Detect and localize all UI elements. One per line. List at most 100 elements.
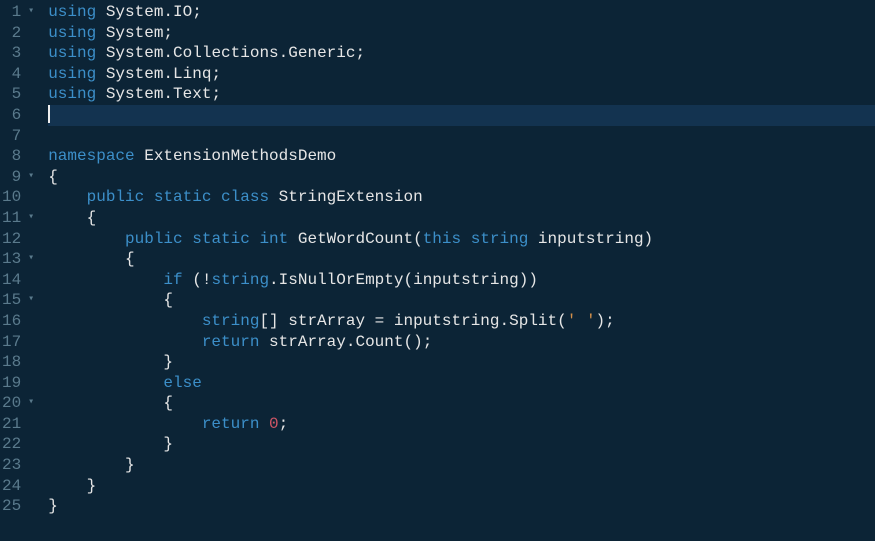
indent bbox=[48, 250, 125, 268]
token-k: static bbox=[154, 188, 221, 206]
code-line[interactable]: { bbox=[48, 249, 875, 270]
line-number: 2 bbox=[2, 23, 34, 44]
line-number: 21 bbox=[2, 414, 34, 435]
line-number: 19 bbox=[2, 373, 34, 394]
fold-toggle-icon[interactable]: ▾ bbox=[24, 208, 34, 229]
code-line[interactable]: } bbox=[48, 476, 875, 497]
token-op: = bbox=[365, 312, 394, 330]
token-pn: . bbox=[500, 312, 510, 330]
indent bbox=[48, 271, 163, 289]
code-area[interactable]: using System.IO;using System;using Syste… bbox=[40, 0, 875, 541]
token-k: using bbox=[48, 85, 106, 103]
fold-toggle-icon[interactable]: ▾ bbox=[24, 393, 34, 414]
token-str: ' ' bbox=[567, 312, 596, 330]
token-pn: [] bbox=[259, 312, 288, 330]
line-number-value: 3 bbox=[12, 43, 22, 64]
code-line[interactable] bbox=[48, 105, 875, 126]
token-pn: { bbox=[125, 250, 135, 268]
fold-toggle-icon[interactable]: ▾ bbox=[24, 290, 34, 311]
line-number-value: 23 bbox=[2, 455, 21, 476]
line-number: 16 bbox=[2, 311, 34, 332]
code-line[interactable]: return 0; bbox=[48, 414, 875, 435]
token-id: strArray bbox=[269, 333, 346, 351]
code-line[interactable]: if (!string.IsNullOrEmpty(inputstring)) bbox=[48, 270, 875, 291]
line-number: 25 bbox=[2, 496, 34, 517]
line-number-value: 20 bbox=[2, 393, 21, 414]
code-line[interactable]: else bbox=[48, 373, 875, 394]
line-number-value: 8 bbox=[12, 146, 22, 167]
token-ns: System bbox=[106, 65, 164, 83]
line-number: 11▾ bbox=[2, 208, 34, 229]
token-k: using bbox=[48, 44, 106, 62]
line-number-value: 1 bbox=[12, 2, 22, 23]
code-line[interactable]: { bbox=[48, 393, 875, 414]
code-line[interactable]: } bbox=[48, 352, 875, 373]
line-number: 13▾ bbox=[2, 249, 34, 270]
indent bbox=[48, 312, 202, 330]
code-line[interactable]: using System.Linq; bbox=[48, 64, 875, 85]
line-number-value: 12 bbox=[2, 229, 21, 250]
code-line[interactable]: return strArray.Count(); bbox=[48, 332, 875, 353]
code-line[interactable]: string[] strArray = inputstring.Split(' … bbox=[48, 311, 875, 332]
code-line[interactable]: using System.IO; bbox=[48, 2, 875, 23]
text-cursor bbox=[48, 105, 50, 123]
line-number-gutter: 1▾23456789▾1011▾1213▾1415▾1617181920▾212… bbox=[0, 0, 40, 541]
token-cl: ExtensionMethodsDemo bbox=[144, 147, 336, 165]
token-ns: System bbox=[106, 44, 164, 62]
line-number-value: 19 bbox=[2, 373, 21, 394]
line-number-value: 11 bbox=[2, 208, 21, 229]
code-line[interactable]: public static int GetWordCount(this stri… bbox=[48, 229, 875, 250]
token-pn: . bbox=[163, 65, 173, 83]
indent bbox=[48, 456, 125, 474]
code-line[interactable]: } bbox=[48, 496, 875, 517]
token-pn: } bbox=[125, 456, 135, 474]
line-number-value: 14 bbox=[2, 270, 21, 291]
line-number: 12 bbox=[2, 229, 34, 250]
code-line[interactable]: using System; bbox=[48, 23, 875, 44]
indent bbox=[48, 415, 202, 433]
line-number: 5 bbox=[2, 84, 34, 105]
fold-toggle-icon[interactable]: ▾ bbox=[24, 2, 34, 23]
line-number: 1▾ bbox=[2, 2, 34, 23]
code-editor[interactable]: 1▾23456789▾1011▾1213▾1415▾1617181920▾212… bbox=[0, 0, 875, 541]
line-number-value: 21 bbox=[2, 414, 21, 435]
code-line[interactable]: { bbox=[48, 208, 875, 229]
token-pn: (); bbox=[403, 333, 432, 351]
token-id: inputstring bbox=[413, 271, 519, 289]
indent bbox=[48, 209, 86, 227]
line-number: 17 bbox=[2, 332, 34, 353]
indent bbox=[48, 394, 163, 412]
line-number: 22 bbox=[2, 434, 34, 455]
code-line[interactable]: { bbox=[48, 290, 875, 311]
code-line[interactable]: using System.Text; bbox=[48, 84, 875, 105]
token-pn: ( bbox=[413, 230, 423, 248]
token-k: public bbox=[125, 230, 192, 248]
code-line[interactable] bbox=[48, 126, 875, 147]
indent bbox=[48, 353, 163, 371]
token-ns: IO bbox=[173, 3, 192, 21]
token-pn: . bbox=[163, 85, 173, 103]
code-line[interactable]: namespace ExtensionMethodsDemo bbox=[48, 146, 875, 167]
fold-toggle-icon[interactable]: ▾ bbox=[24, 249, 34, 270]
token-k: static bbox=[192, 230, 259, 248]
token-pn: { bbox=[48, 168, 58, 186]
token-pn: ( bbox=[557, 312, 567, 330]
line-number-value: 2 bbox=[12, 23, 22, 44]
line-number: 18 bbox=[2, 352, 34, 373]
line-number: 14 bbox=[2, 270, 34, 291]
line-number: 20▾ bbox=[2, 393, 34, 414]
code-line[interactable]: { bbox=[48, 167, 875, 188]
code-line[interactable]: } bbox=[48, 434, 875, 455]
code-line[interactable]: public static class StringExtension bbox=[48, 187, 875, 208]
line-number-value: 15 bbox=[2, 290, 21, 311]
token-pn: } bbox=[163, 353, 173, 371]
token-ns: Generic bbox=[288, 44, 355, 62]
code-line[interactable]: using System.Collections.Generic; bbox=[48, 43, 875, 64]
token-ns: Collections bbox=[173, 44, 279, 62]
token-id: inputstring bbox=[394, 312, 500, 330]
indent bbox=[48, 435, 163, 453]
line-number-value: 16 bbox=[2, 311, 21, 332]
code-line[interactable]: } bbox=[48, 455, 875, 476]
fold-toggle-icon[interactable]: ▾ bbox=[24, 167, 34, 188]
token-pn: ( bbox=[403, 271, 413, 289]
